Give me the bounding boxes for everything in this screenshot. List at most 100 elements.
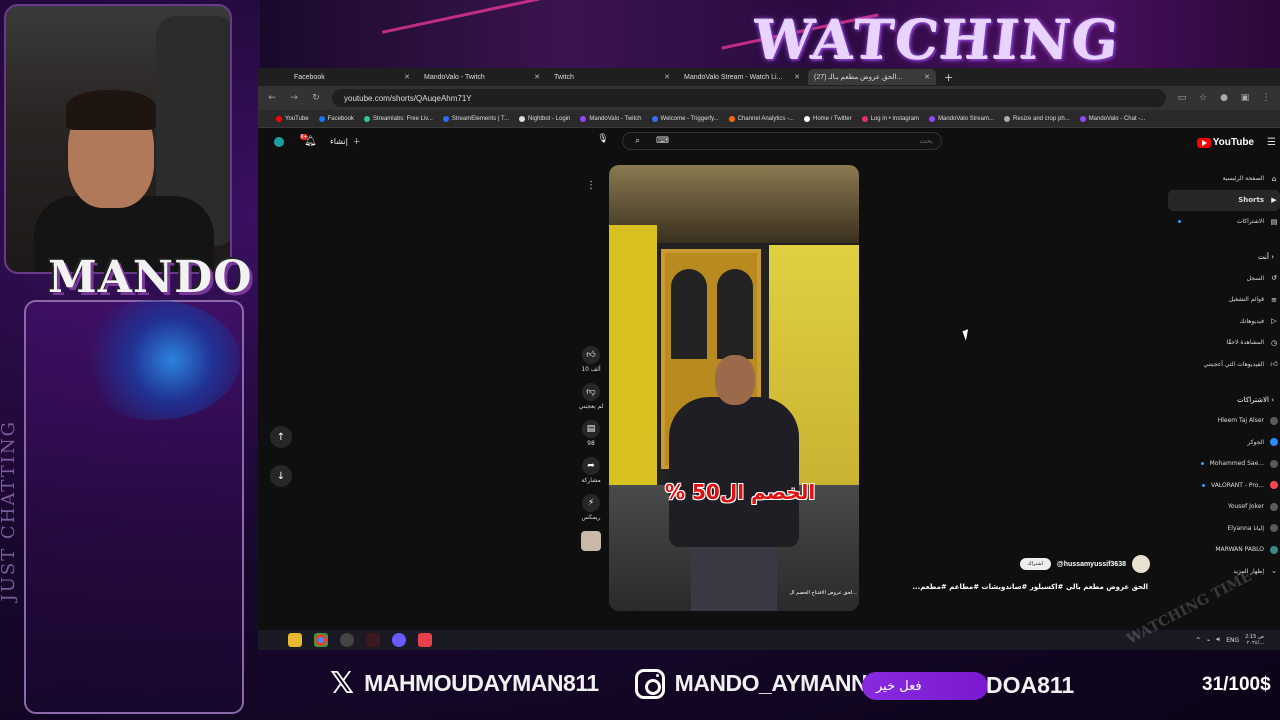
arrow-down-icon: ↓ — [276, 470, 286, 482]
short-video-player[interactable]: الخصم ال50 % ...لحق عروض الافتتاح الخصم … — [609, 165, 859, 611]
extensions-icon[interactable]: ▣ — [1239, 93, 1251, 103]
sidebar-item-label: Shorts — [1238, 196, 1264, 205]
language-indicator[interactable]: ENG — [1226, 637, 1239, 644]
channel-name[interactable]: @hussamyussif3638 — [1057, 561, 1126, 568]
network-icon[interactable]: ⌁ — [1207, 637, 1211, 644]
close-icon[interactable]: ✕ — [534, 73, 540, 81]
search-icon[interactable]: ⌕ — [635, 136, 640, 146]
chrome-icon[interactable] — [314, 633, 328, 647]
sidebar-item-subscriptions[interactable]: الاشتراكات ▤ — [1168, 211, 1280, 233]
youtube-logo[interactable]: YouTube — [1196, 137, 1254, 148]
reload-icon[interactable]: ↻ — [310, 93, 322, 103]
tab-mandovalo-stream[interactable]: MandoValo Stream - Watch Li... ✕ — [678, 69, 806, 85]
bookmark-nightbot[interactable]: Nightbot - Login — [519, 115, 570, 122]
new-content-dot — [1178, 220, 1181, 224]
clock[interactable]: 2:15 ص ٢٠٢٤/... — [1245, 634, 1264, 646]
arrow-up-icon: ↑ — [276, 431, 286, 443]
valorant-launcher-icon[interactable] — [418, 633, 432, 647]
channel-thumbnail[interactable] — [576, 531, 606, 551]
sidebar-item-your-videos[interactable]: فيديوهاتك ▷ — [1168, 311, 1280, 333]
x-icon — [804, 115, 811, 122]
cast-icon[interactable]: ▭ — [1176, 93, 1188, 103]
bookmark-streamlabs[interactable]: Streamlabs: Free Liv... — [363, 115, 433, 122]
sidebar-sub-channel[interactable]: Yousef Joker — [1168, 496, 1280, 518]
microphone-icon[interactable]: 🎙︎ — [596, 134, 610, 148]
channel-avatar — [1270, 502, 1278, 511]
valorant-icon[interactable] — [366, 633, 380, 647]
bookmark-channel-analytics[interactable]: Channel Analytics -... — [728, 115, 794, 122]
sidebar-item-shorts[interactable]: Shorts ▶ — [1168, 189, 1280, 211]
volume-icon[interactable]: 🔊︎ — [1216, 636, 1220, 644]
close-icon[interactable]: ✕ — [664, 73, 670, 81]
create-button[interactable]: إنشاء ＋ — [330, 136, 361, 147]
hamburger-menu-icon[interactable]: ☰ — [1267, 137, 1276, 148]
sidebar-show-more[interactable]: إظهار المزيد ⌄ — [1168, 561, 1280, 583]
bookmark-mandovalo-stream[interactable]: MandoValo Stream... — [929, 115, 994, 122]
section-you[interactable]: أنت › — [1168, 247, 1280, 268]
sidebar-sub-channel[interactable]: Elyanna إليانا — [1168, 518, 1280, 540]
bookmark-mandovalo-twitch[interactable]: MandoValo - Twitch — [580, 115, 642, 122]
previous-short-button[interactable]: ↑ — [270, 426, 292, 448]
sidebar-sub-channel[interactable]: VALORANT - Pro... — [1168, 475, 1280, 497]
action-label: 10 ألف — [581, 366, 601, 373]
tab-youtube-short[interactable]: (27) الحق عروض مطعم بـالـ... ✕ — [808, 69, 936, 85]
bookmark-triggerfy[interactable]: Welcome - Triggerfy... — [651, 115, 719, 122]
record-icon[interactable]: ● — [1218, 93, 1230, 103]
search-input[interactable]: ⌕ ⌨ بحث — [622, 132, 942, 150]
subscribe-button[interactable]: اشتراك — [1019, 558, 1051, 570]
comments-button[interactable]: ▤ 98 — [576, 420, 606, 447]
dislike-button[interactable]: 👎︎ لم يعجبني — [576, 383, 606, 410]
address-bar[interactable]: youtube.com/shorts/QAuqeAhm71Y — [332, 89, 1166, 107]
sidebar-item-home[interactable]: الصفحة الرئيسية ⌂ — [1168, 168, 1280, 190]
section-subscriptions[interactable]: الاشتراكات ‹ — [1168, 389, 1280, 410]
sidebar-item-playlists[interactable]: قوائم التشغيل ≡ — [1168, 289, 1280, 311]
bookmark-streamelements[interactable]: StreamElements | T... — [442, 115, 509, 122]
channel-avatar — [1270, 545, 1278, 554]
twitch-icon — [1079, 115, 1086, 122]
keyboard-icon[interactable]: ⌨ — [656, 136, 669, 146]
channel-avatar[interactable] — [1132, 555, 1150, 573]
tab-facebook[interactable]: Facebook ✕ — [288, 69, 416, 85]
sidebar-item-label: الفيديوهات التي أعجبتني — [1203, 360, 1264, 368]
bookmark-mandovalo-chat[interactable]: MandoValo - Chat -... — [1079, 115, 1145, 122]
chevron-icon: › — [1271, 253, 1274, 261]
account-avatar[interactable] — [274, 137, 284, 147]
obs-icon[interactable] — [340, 633, 354, 647]
short-title[interactable]: الحق عروض مطعم بالي #اكسبلور #ساندويشات … — [912, 583, 1148, 591]
close-icon[interactable]: ✕ — [924, 73, 930, 81]
bookmark-twitter[interactable]: Home / Twitter — [804, 115, 852, 122]
more-options-icon[interactable]: ⋮ — [586, 180, 596, 191]
remix-button[interactable]: ⚡︎ ريمكس — [576, 494, 606, 521]
back-icon[interactable]: ← — [266, 93, 278, 103]
sidebar-item-liked[interactable]: الفيديوهات التي أعجبتني 👍︎ — [1168, 354, 1280, 376]
section-label: الاشتراكات — [1237, 395, 1269, 404]
streamelements-icon — [442, 115, 449, 122]
close-icon[interactable]: ✕ — [404, 73, 410, 81]
action-label: مشاركة — [581, 477, 601, 484]
share-button[interactable]: ➦ مشاركة — [576, 457, 606, 484]
sidebar-sub-channel[interactable]: الجوكر — [1168, 432, 1280, 454]
sidebar-item-history[interactable]: السجل ↺ — [1168, 268, 1280, 290]
bookmark-instagram[interactable]: Log in • Instagram — [861, 115, 919, 122]
like-button[interactable]: 👍︎ 10 ألف — [576, 346, 606, 373]
bookmark-facebook[interactable]: Facebook — [318, 115, 354, 122]
bookmark-youtube[interactable]: YouTube — [276, 115, 309, 122]
thumb-down-icon: 👎︎ — [582, 383, 600, 401]
tray-chevron-icon[interactable]: ^ — [1196, 637, 1201, 644]
next-short-button[interactable]: ↓ — [270, 465, 292, 487]
tab-mandovalo-twitch[interactable]: MandoValo - Twitch ✕ — [418, 69, 546, 85]
sidebar-sub-channel[interactable]: Mohammed Sae... — [1168, 453, 1280, 475]
tab-twitch[interactable]: Twitch ✕ — [548, 69, 676, 85]
browser-window: Facebook ✕ MandoValo - Twitch ✕ Twitch ✕ Ma… — [258, 68, 1280, 650]
app-icon[interactable] — [392, 633, 406, 647]
menu-icon[interactable]: ⋮ — [1260, 93, 1272, 103]
bookmark-resize-crop[interactable]: Resize and crop ph... — [1003, 115, 1070, 122]
bookmark-star-icon[interactable]: ☆ — [1197, 93, 1209, 103]
sidebar-item-watch-later[interactable]: المشاهدة لاحقًا ◷ — [1168, 332, 1280, 354]
forward-icon[interactable]: → — [288, 93, 300, 103]
new-tab-button[interactable]: + — [944, 71, 953, 84]
close-icon[interactable]: ✕ — [794, 73, 800, 81]
folder-icon[interactable] — [288, 633, 302, 647]
sidebar-sub-channel[interactable]: Hleem Taj Alser — [1168, 410, 1280, 432]
sidebar-sub-channel[interactable]: MARWAN PABLO — [1168, 539, 1280, 561]
